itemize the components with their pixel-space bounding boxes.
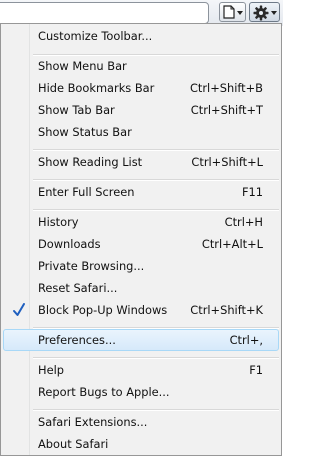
menu-item-show-menu-bar[interactable]: Show Menu Bar: [3, 55, 279, 77]
menu-item-label: Customize Toolbar...: [38, 29, 153, 43]
menu-item-label: Show Status Bar: [38, 125, 132, 139]
settings-dropdown-menu: Customize Toolbar... Show Menu Bar Hide …: [0, 23, 282, 456]
menu-item-history[interactable]: History Ctrl+H: [3, 211, 279, 233]
menu-item-reset-safari[interactable]: Reset Safari...: [3, 277, 279, 299]
address-bar[interactable]: [0, 2, 209, 24]
checkmark-icon: [13, 303, 25, 316]
page-icon: [223, 5, 235, 19]
menu-item-show-tab-bar[interactable]: Show Tab Bar Ctrl+Shift+T: [3, 99, 279, 121]
menu-item-safari-extensions[interactable]: Safari Extensions...: [3, 411, 279, 433]
menu-item-shortcut: F11: [241, 185, 263, 199]
menu-item-label: Downloads: [38, 237, 101, 251]
menu-item-shortcut: Ctrl+,: [229, 333, 263, 347]
menu-item-label: Enter Full Screen: [38, 185, 135, 199]
menu-item-hide-bookmarks-bar[interactable]: Hide Bookmarks Bar Ctrl+Shift+B: [3, 77, 279, 99]
settings-menu-button[interactable]: [249, 2, 280, 22]
menu-item-private-browsing[interactable]: Private Browsing...: [3, 255, 279, 277]
menu-item-shortcut: Ctrl+Shift+K: [190, 303, 263, 317]
menu-item-label: History: [38, 215, 79, 229]
menu-item-shortcut: Ctrl+Shift+L: [191, 155, 263, 169]
menu-item-help[interactable]: Help F1: [3, 359, 279, 381]
menu-item-downloads[interactable]: Downloads Ctrl+Alt+L: [3, 233, 279, 255]
menu-item-label: Show Reading List: [38, 155, 143, 169]
menu-item-label: Show Menu Bar: [38, 59, 127, 73]
menu-item-about-safari[interactable]: About Safari: [3, 433, 279, 455]
chevron-down-icon: [237, 11, 243, 15]
menu-item-shortcut: Ctrl+Shift+B: [189, 81, 263, 95]
chevron-down-icon: [271, 11, 277, 15]
menu-item-label: Report Bugs to Apple...: [38, 385, 170, 399]
menu-item-block-popup-windows[interactable]: Block Pop-Up Windows Ctrl+Shift+K: [3, 299, 279, 321]
menu-item-label: Hide Bookmarks Bar: [38, 81, 155, 95]
menu-item-show-reading-list[interactable]: Show Reading List Ctrl+Shift+L: [3, 151, 279, 173]
menu-item-shortcut: Ctrl+H: [224, 215, 263, 229]
menu-item-report-bugs[interactable]: Report Bugs to Apple...: [3, 381, 279, 403]
menu-item-preferences[interactable]: Preferences... Ctrl+,: [3, 329, 279, 351]
menu-item-shortcut: Ctrl+Alt+L: [201, 237, 263, 251]
gear-icon: [253, 5, 269, 21]
menu-item-enter-full-screen[interactable]: Enter Full Screen F11: [3, 181, 279, 203]
menu-item-shortcut: F1: [249, 363, 263, 377]
menu-item-label: Safari Extensions...: [38, 415, 148, 429]
menu-item-customize-toolbar[interactable]: Customize Toolbar...: [3, 25, 279, 47]
menu-item-label: Help: [38, 363, 64, 377]
menu-item-label: Reset Safari...: [38, 281, 118, 295]
menu-item-label: Private Browsing...: [38, 259, 145, 273]
menu-item-shortcut: Ctrl+Shift+T: [190, 103, 263, 117]
menu-item-label: Preferences...: [38, 333, 116, 347]
menu-item-label: Block Pop-Up Windows: [38, 303, 168, 317]
menu-item-label: About Safari: [38, 437, 109, 451]
menu-item-label: Show Tab Bar: [38, 103, 115, 117]
page-menu-button[interactable]: [219, 2, 246, 22]
menu-item-show-status-bar[interactable]: Show Status Bar: [3, 121, 279, 143]
